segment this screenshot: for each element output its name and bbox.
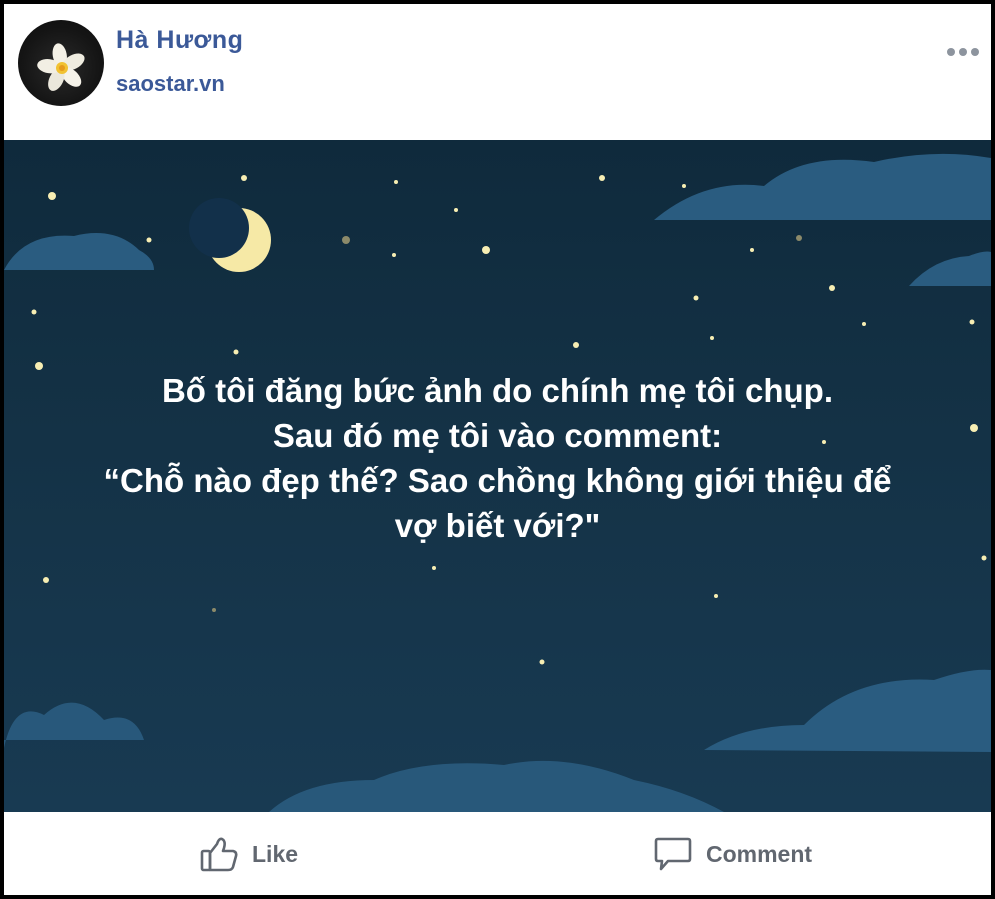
more-horizontal-icon	[947, 48, 979, 56]
post-image-caption: Bố tôi đăng bức ảnh do chính mẹ tôi chụp…	[4, 368, 991, 548]
thumbs-up-icon	[200, 837, 238, 872]
cloud	[909, 251, 991, 286]
avatar[interactable]	[18, 20, 104, 106]
caption-line: Bố tôi đăng bức ảnh do chính mẹ tôi chụp…	[161, 372, 834, 409]
caption-line: vợ biết với?"	[394, 507, 601, 544]
post-actions-bar: Like Comment	[4, 812, 991, 895]
caption-line: “Chỗ nào đẹp thế? Sao chồng không giới t…	[103, 462, 892, 499]
comment-button[interactable]: Comment	[654, 834, 812, 874]
crescent-moon-icon	[189, 198, 271, 272]
facebook-post-card: Hà Hương saostar.vn Bố tôi đăng bức ảnh …	[0, 0, 995, 899]
like-label: Like	[252, 840, 299, 867]
comment-bubble-icon	[654, 837, 692, 871]
post-image[interactable]: Bố tôi đăng bức ảnh do chính mẹ tôi chụp…	[4, 140, 991, 812]
comment-label: Comment	[706, 840, 813, 867]
cloud	[704, 669, 991, 752]
post-header: Hà Hương saostar.vn	[4, 4, 991, 140]
source-link[interactable]: saostar.vn	[116, 71, 225, 97]
frangipani-flower-icon	[37, 43, 85, 91]
more-options-button[interactable]	[945, 44, 981, 60]
cloud	[269, 760, 724, 812]
caption-line: Sau đó mẹ tôi vào comment:	[272, 417, 723, 454]
cloud	[4, 702, 144, 748]
cloud	[4, 233, 154, 270]
like-button[interactable]: Like	[200, 834, 298, 874]
cloud	[654, 153, 991, 220]
author-name[interactable]: Hà Hương	[116, 26, 243, 55]
